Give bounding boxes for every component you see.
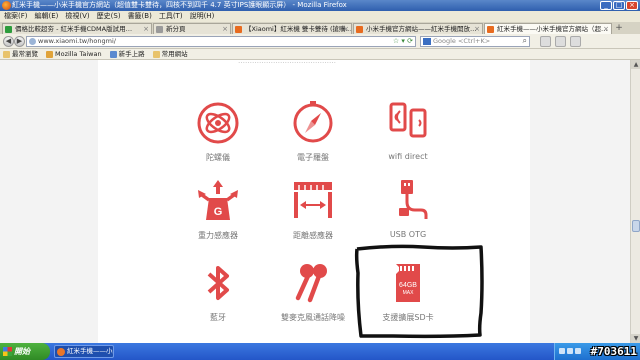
minimize-button[interactable]: _ — [600, 1, 612, 10]
window-titlebar: 紅米手機——小米手機官方網站（超值雙卡雙待，四核不到四千 4.7 英寸IPS護眼… — [0, 0, 640, 11]
firefox-icon — [2, 1, 11, 10]
tab-close-icon[interactable]: × — [343, 24, 349, 34]
hand-drawn-annotation-box — [354, 244, 484, 339]
menu-file[interactable]: 檔案(F) — [4, 11, 28, 22]
globe-icon — [29, 38, 36, 45]
menu-history[interactable]: 歷史(S) — [97, 11, 121, 22]
bookmark-star-icon[interactable]: ☆ ▾ ⟳ — [393, 37, 413, 46]
firefox-icon — [46, 50, 53, 58]
menu-tools[interactable]: 工具(T) — [159, 11, 183, 22]
bookmark-common-sites[interactable]: 常用網站 — [152, 49, 188, 59]
folder-icon — [152, 50, 160, 58]
folder-icon — [3, 50, 10, 58]
back-button[interactable]: ◀ — [3, 36, 14, 47]
dual-mic-icon — [295, 264, 327, 303]
product-page: …………………………………… 陀螺儀 電子羅盤 — [98, 60, 530, 343]
tab-close-icon[interactable]: × — [603, 24, 609, 34]
scroll-up-arrow-icon[interactable]: ▲ — [631, 60, 640, 69]
usb-otg-icon — [399, 180, 428, 219]
tab-xiaomi-store[interactable]: 【Xiaomi】紅米機 雙卡雙待 (搶購… × — [232, 23, 352, 34]
bookmark-mozilla-taiwan[interactable]: Mozilla Taiwan — [46, 49, 102, 59]
menu-bookmarks[interactable]: 書籤(B) — [128, 11, 152, 22]
download-icon[interactable] — [540, 36, 551, 47]
window-title: 紅米手機——小米手機官方網站（超值雙卡雙待，四核不到四千 4.7 英寸IPS護眼… — [12, 1, 347, 9]
site-favicon — [235, 26, 242, 33]
tab-price-compare[interactable]: 價格比較超夯 - 紅米手機CDMA版試用… × — [2, 23, 152, 34]
search-icon[interactable]: ⌕ — [523, 36, 527, 45]
partial-heading: …………………………………… — [238, 60, 438, 63]
window-controls: _ □ × — [600, 1, 638, 10]
feature-label: USB OTG — [389, 230, 427, 239]
scroll-thumb[interactable] — [632, 220, 640, 232]
feature-usb-otg: USB OTG — [348, 178, 468, 239]
tab-xiaomi-official[interactable]: 小米手機官方網站——紅米手機開放… × — [353, 23, 483, 34]
tab-label: 小米手機官方網站——紅米手機開放… — [366, 25, 477, 33]
wifi-direct-icon — [389, 102, 427, 138]
distance-sensor-icon — [294, 182, 332, 218]
windows-taskbar: 開始 紅米手機——小米… — [0, 343, 640, 360]
tray-icon[interactable] — [559, 348, 565, 354]
gyroscope-icon — [197, 102, 239, 144]
search-placeholder: Google <Ctrl+K> — [433, 37, 491, 45]
toolbar-icons — [540, 36, 581, 47]
search-input[interactable]: Google <Ctrl+K> ⌕ — [420, 36, 530, 47]
tab-close-icon[interactable]: × — [222, 24, 228, 34]
gravity-sensor-icon: G — [198, 180, 238, 220]
menu-edit[interactable]: 編輯(E) — [35, 11, 59, 22]
bookmark-most-visited[interactable]: 最常瀏覽 — [3, 49, 38, 59]
new-tab-button[interactable]: + — [613, 23, 625, 34]
bookmarks-bar: 最常瀏覽 Mozilla Taiwan 新手上路 常用網站 — [0, 49, 640, 60]
url-text: www.xiaomi.tw/hongmi/ — [38, 37, 116, 45]
bookmark-getting-started[interactable]: 新手上路 — [109, 49, 145, 59]
compass-icon — [293, 101, 333, 143]
maximize-button[interactable]: □ — [613, 1, 625, 10]
bluetooth-icon — [207, 266, 229, 300]
site-favicon — [156, 26, 163, 33]
tab-hongmi-active[interactable]: 紅米手機——小米手機官方網站（超… × — [484, 23, 612, 34]
windows-logo-icon — [3, 347, 12, 356]
tab-label: 【Xiaomi】紅米機 雙卡雙待 (搶購… — [245, 25, 352, 33]
tab-label: 價格比較超夯 - 紅米手機CDMA版試用… — [15, 25, 133, 33]
menu-view[interactable]: 檢視(V) — [65, 11, 89, 22]
tab-label: 紅米手機——小米手機官方網站（超… — [497, 25, 608, 33]
tab-bar: 價格比較超夯 - 紅米手機CDMA版試用… × 新分頁 × 【Xiaomi】紅米… — [0, 22, 640, 34]
feature-wifi-direct: wifi direct — [348, 100, 468, 161]
gravity-letter: G — [214, 206, 223, 218]
home-icon[interactable] — [555, 36, 566, 47]
site-favicon — [487, 26, 494, 33]
forum-watermark: #703611 — [590, 345, 637, 358]
forward-button[interactable]: ▶ — [14, 36, 25, 47]
taskbar-firefox-item[interactable]: 紅米手機——小米… — [54, 345, 114, 358]
tab-close-icon[interactable]: × — [474, 24, 480, 34]
menu-bar: 檔案(F) 編輯(E) 檢視(V) 歷史(S) 書籤(B) 工具(T) 說明(H… — [0, 11, 640, 22]
close-button[interactable]: × — [626, 1, 638, 10]
url-bar[interactable]: www.xiaomi.tw/hongmi/ ☆ ▾ ⟳ — [26, 36, 416, 47]
page-scrollbar[interactable]: ▲ ▼ — [630, 60, 640, 343]
navigation-bar: ◀ ▶ www.xiaomi.tw/hongmi/ ☆ ▾ ⟳ Google <… — [0, 34, 640, 49]
site-favicon — [356, 26, 363, 33]
menu-help[interactable]: 說明(H) — [190, 11, 215, 22]
feature-label: wifi direct — [388, 152, 428, 161]
tray-icon[interactable] — [567, 348, 573, 354]
firefox-icon — [109, 50, 117, 58]
firefox-icon — [57, 348, 65, 356]
scroll-down-arrow-icon[interactable]: ▼ — [631, 334, 640, 343]
tray-icon[interactable] — [575, 348, 581, 354]
page-viewport: …………………………………… 陀螺儀 電子羅盤 — [0, 60, 630, 343]
tab-new[interactable]: 新分頁 × — [153, 23, 231, 34]
google-icon — [423, 38, 431, 45]
site-favicon — [5, 26, 12, 33]
tab-close-icon[interactable]: × — [143, 24, 149, 34]
start-button[interactable]: 開始 — [0, 343, 50, 360]
addon-icon[interactable] — [570, 36, 581, 47]
tab-label: 新分頁 — [166, 25, 186, 33]
